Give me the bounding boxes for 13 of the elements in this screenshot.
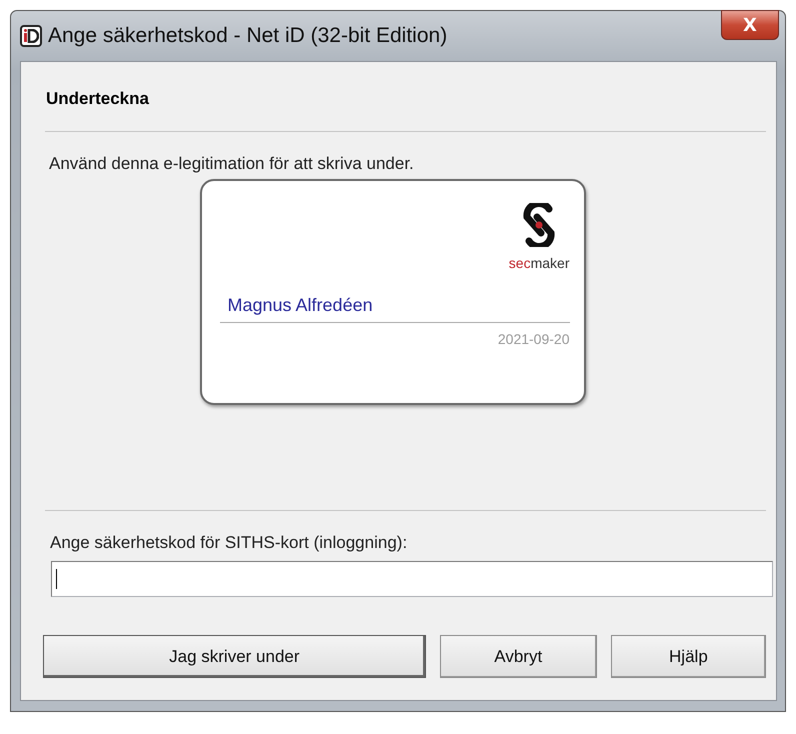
close-button[interactable]: X (721, 10, 779, 40)
card-holder-name: Magnus Alfredéen (220, 295, 570, 323)
field-label: Ange säkerhetskod för SITHS-kort (inloggning): (50, 533, 408, 553)
app-icon (20, 25, 42, 47)
instruction-text: Använd denna e-legitimation för att skriva under. (49, 154, 415, 174)
security-code-field[interactable] (51, 561, 773, 597)
sign-button[interactable]: Jag skriver under (43, 635, 426, 678)
card-date: 2021-09-20 (498, 331, 570, 347)
help-button[interactable]: Hjälp (610, 635, 766, 678)
section-heading: Underteckna (45, 88, 150, 110)
window-title: Ange säkerhetskod - Net iD (32-bit Edition) (48, 24, 448, 48)
cancel-button[interactable]: Avbryt (440, 635, 597, 678)
logo-wordmark: secmaker (508, 255, 570, 271)
